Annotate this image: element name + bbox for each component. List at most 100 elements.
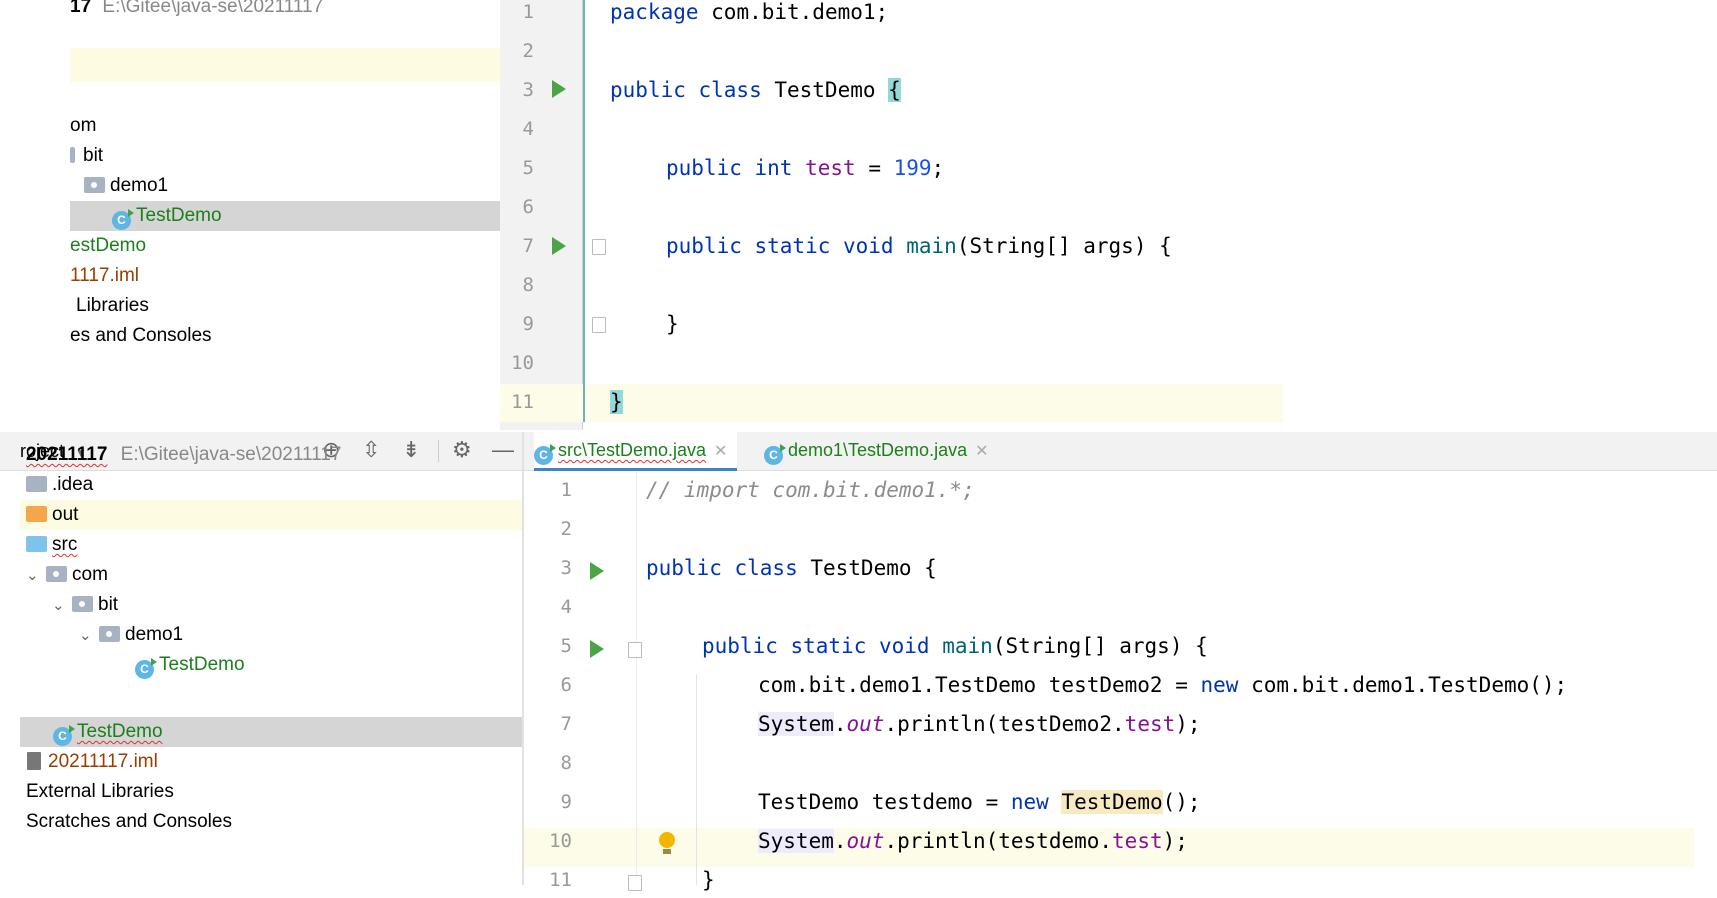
line-number: 9 (560, 791, 572, 813)
line-number: 1 (522, 1, 534, 23)
tree-item-idea[interactable]: .idea (26, 470, 93, 500)
package-icon (46, 566, 67, 582)
toolbar-separator (438, 440, 439, 462)
top-project-tree: 17 E:\Gitee\java-se\20211117 om bit demo… (0, 0, 500, 430)
tree-item-iml[interactable]: 1117.iml (70, 261, 139, 291)
tree-item-label: TestDemo (136, 205, 222, 226)
tree-item-label: src (52, 534, 78, 555)
tree-item-demo1[interactable]: ⌄ demo1 (79, 620, 183, 650)
code-line-7: System.out.println(testDemo2.test); (758, 712, 1201, 736)
tree-item-com[interactable]: om (70, 111, 96, 141)
line-number: 6 (522, 196, 534, 218)
lightbulb-icon[interactable] (659, 832, 675, 848)
java-class-icon: C (112, 209, 134, 230)
package-icon (84, 177, 105, 193)
close-icon[interactable]: ✕ (975, 443, 988, 460)
tree-item-label: .idea (52, 474, 94, 495)
tree-item-src[interactable]: src (26, 530, 77, 560)
collapse-all-icon[interactable]: ⇟ (402, 432, 420, 468)
tree-item-testdemo-src[interactable]: estDemo (70, 231, 146, 261)
tree-item-bit[interactable]: bit (70, 141, 103, 171)
tab-demo1-testdemo[interactable]: Cdemo1\TestDemo.java ✕ (764, 432, 989, 468)
code-line-5: public static void main(String[] args) { (702, 634, 1208, 658)
fold-marker-icon[interactable] (592, 239, 606, 255)
tree-item-external-libraries[interactable]: External Libraries (26, 777, 174, 807)
tree-item-scratches[interactable]: Scratches and Consoles (26, 807, 232, 837)
folder-icon (70, 147, 75, 163)
line-number: 2 (522, 40, 534, 62)
code-line-3: public class TestDemo { (610, 78, 901, 102)
project-tool-window: roject ▼ ⊕ ⇳ ⇟ ⚙ — 20211117 E:\Gitee\jav… (0, 432, 522, 885)
matched-brace: { (888, 78, 901, 102)
fold-marker-icon[interactable] (628, 875, 642, 891)
tree-item-label: bit (98, 594, 119, 615)
line-number: 4 (522, 118, 534, 140)
line-number: 2 (560, 518, 572, 540)
tree-item-testdemo-demo1[interactable]: C TestDemo (135, 650, 245, 680)
gear-icon[interactable]: ⚙ (452, 432, 472, 468)
close-icon[interactable]: ✕ (714, 443, 727, 460)
tree-item-testdemo-src[interactable]: C TestDemo (53, 717, 163, 747)
tree-item-iml[interactable]: 20211117.iml (27, 747, 158, 777)
root-name: 17 (70, 0, 92, 17)
code-line-5: public int test = 199; (666, 156, 945, 180)
line-number: 7 (522, 235, 534, 257)
code-line-9: } (666, 312, 679, 336)
tree-item-com[interactable]: ⌄ com (26, 560, 108, 590)
code-line-6: com.bit.demo1.TestDemo testDemo2 = new c… (758, 673, 1568, 697)
tree-item-label: Scratches and Consoles (26, 811, 232, 832)
line-number: 10 (511, 352, 534, 374)
tab-src-testdemo[interactable]: Csrc\TestDemo.java ✕ (534, 432, 738, 471)
tree-item-label: demo1 (110, 175, 169, 196)
tree-root[interactable]: 17 E:\Gitee\java-se\20211117 (70, 0, 323, 22)
java-class-icon: C (534, 444, 556, 465)
tree-item-testdemo[interactable]: C TestDemo (112, 201, 222, 231)
top-editor[interactable]: 1 2 3 4 5 6 7 8 9 10 11 package com.bit.… (500, 0, 1300, 430)
fold-marker-icon[interactable] (592, 317, 606, 333)
line-number: 9 (522, 313, 534, 335)
fold-marker-icon[interactable] (628, 642, 642, 658)
java-class-icon: C (53, 725, 75, 746)
line-number: 5 (522, 157, 534, 179)
root-name: 20211117 (26, 444, 108, 465)
code-line-9: TestDemo testdemo = new TestDemo(); (758, 790, 1201, 814)
line-number: 11 (511, 391, 534, 413)
line-number: 11 (549, 869, 572, 891)
run-main-icon[interactable] (590, 640, 604, 658)
run-class-icon[interactable] (590, 562, 604, 580)
tree-item-demo1[interactable]: demo1 (84, 171, 168, 201)
run-class-icon[interactable] (552, 80, 566, 98)
root-path: E:\Gitee\java-se\20211117 (120, 444, 342, 465)
tree-item-label: 20211117.iml (48, 751, 158, 772)
main-editor[interactable]: 1 2 3 4 5 6 7 8 9 10 11 // import com.bi… (524, 472, 1717, 892)
chevron-down-icon[interactable]: ⌄ (26, 561, 46, 591)
code-line-11: } (610, 385, 623, 420)
line-number: 4 (560, 596, 572, 618)
line-number: 1 (560, 479, 572, 501)
main-editor-gutter-separator (636, 472, 637, 885)
tree-item-scratches[interactable]: es and Consoles (70, 321, 212, 351)
chevron-down-icon[interactable]: ⌄ (79, 621, 99, 651)
root-path: E:\Gitee\java-se\20211117 (102, 0, 324, 17)
code-line-1: // import com.bit.demo1.*; (646, 478, 975, 502)
tree-item-label: TestDemo (159, 654, 245, 675)
minimize-icon[interactable]: — (492, 432, 514, 468)
matched-brace: } (610, 390, 623, 414)
run-main-icon[interactable] (552, 237, 566, 255)
expand-all-icon[interactable]: ⇳ (362, 432, 380, 468)
chevron-down-icon[interactable]: ⌄ (52, 591, 72, 621)
tree-item-label: External Libraries (26, 781, 174, 802)
line-number: 8 (522, 274, 534, 296)
tree-item-bit[interactable]: ⌄ bit (52, 590, 118, 620)
line-number: 10 (549, 830, 572, 852)
tree-item-label: Libraries (76, 295, 149, 316)
tree-item-external-libraries[interactable]: Libraries (76, 291, 149, 321)
tree-root[interactable]: 20211117 E:\Gitee\java-se\20211117 (26, 440, 341, 470)
code-line-11: } (702, 868, 715, 892)
code-line-1: package com.bit.demo1; (610, 0, 889, 24)
tree-item-out[interactable]: out (26, 500, 78, 530)
line-number: 3 (560, 557, 572, 579)
file-icon (27, 752, 41, 770)
tree-item-label: 1117.iml (70, 265, 139, 286)
java-class-icon: C (135, 658, 157, 679)
